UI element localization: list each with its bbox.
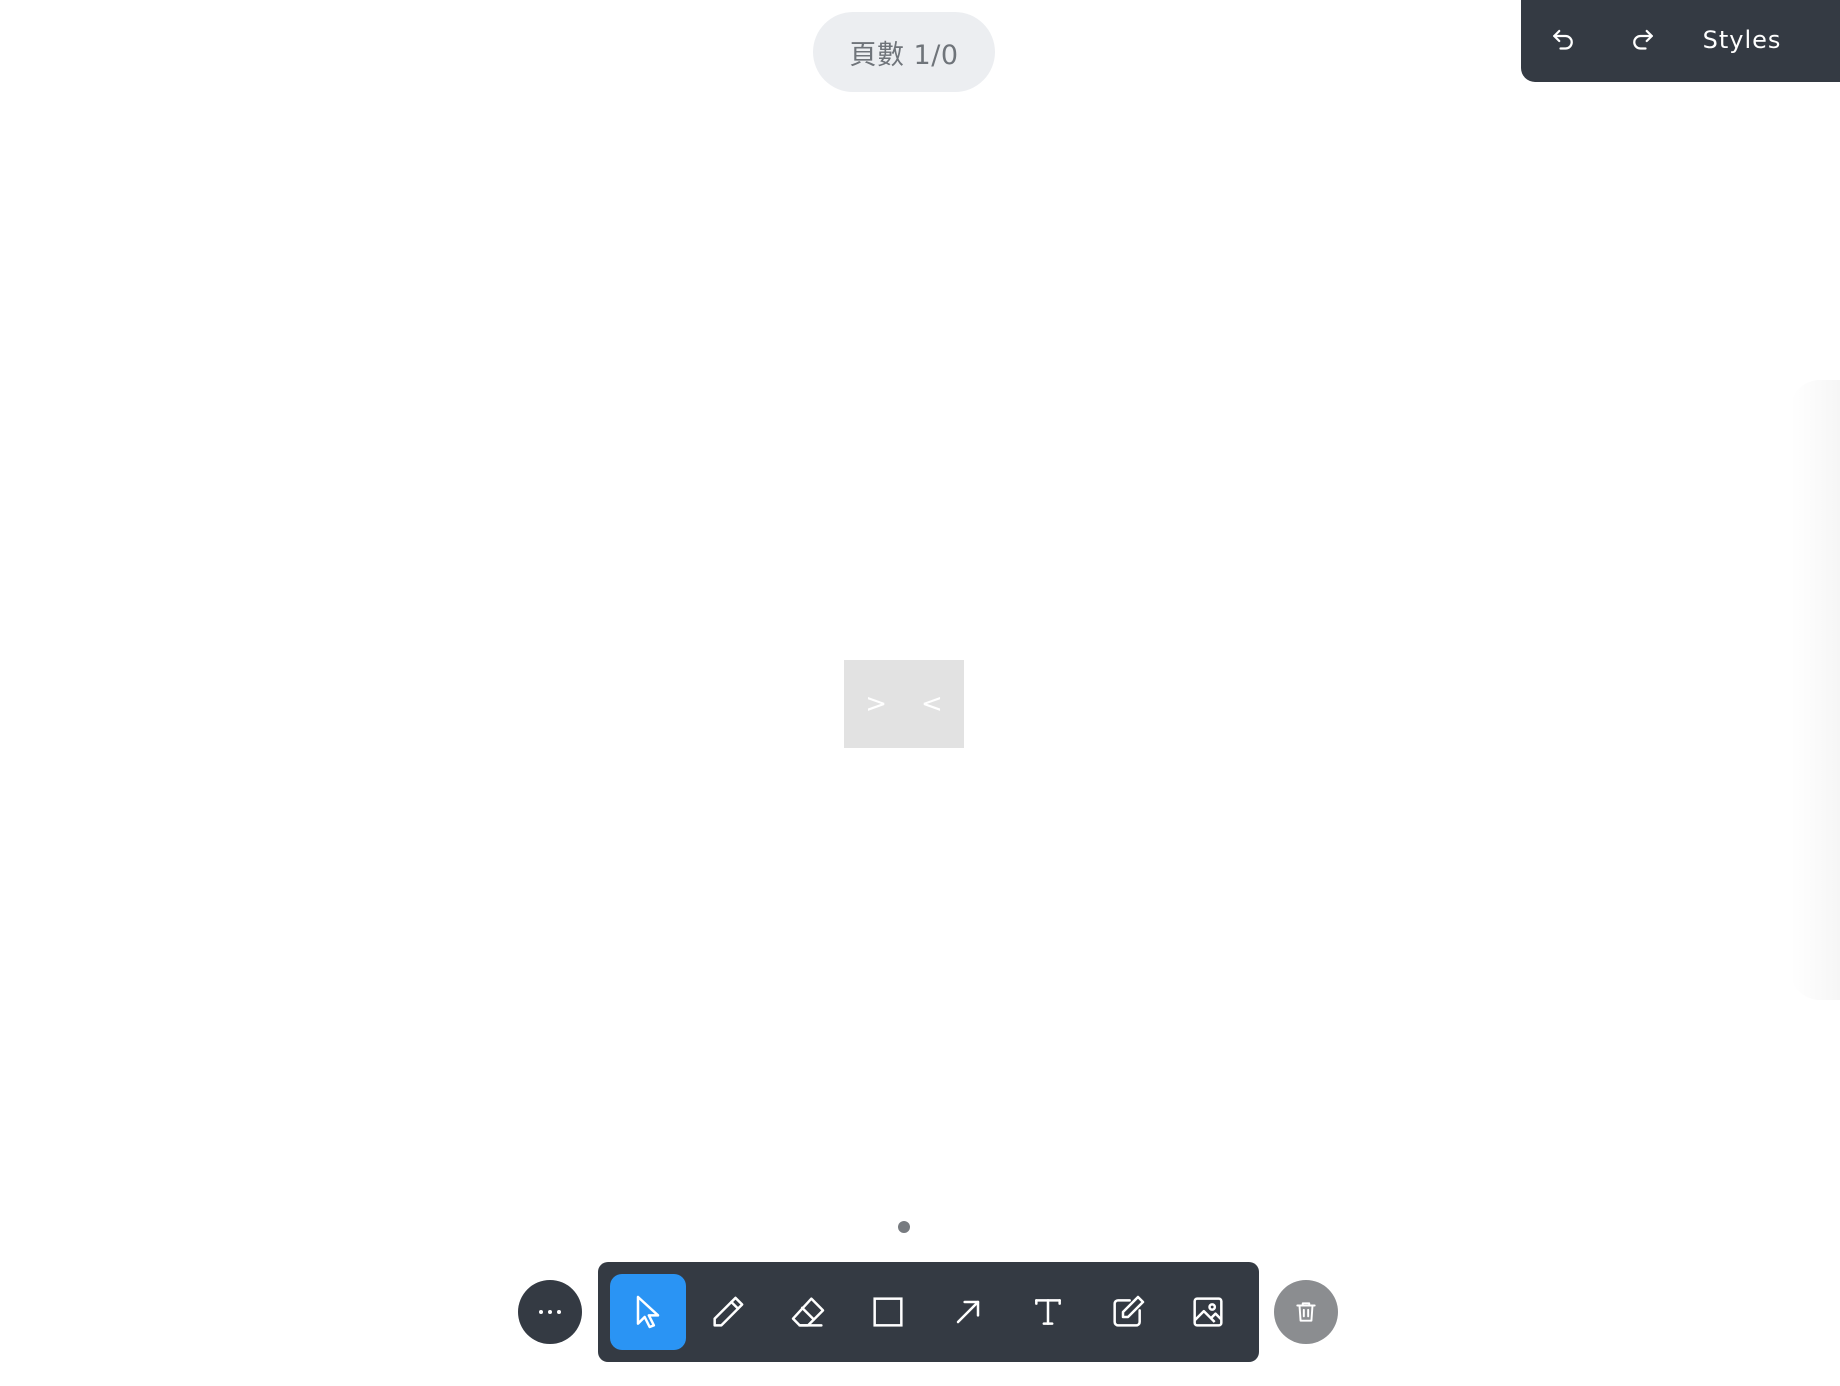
eraser-tool-button[interactable] <box>770 1274 846 1350</box>
redo-icon <box>1633 29 1653 50</box>
undo-button[interactable] <box>1543 21 1583 61</box>
text-tool-button[interactable] <box>1010 1274 1086 1350</box>
text-icon <box>1035 1299 1061 1325</box>
redo-button[interactable] <box>1623 21 1663 61</box>
more-button[interactable] <box>518 1280 582 1344</box>
edit-note-icon <box>1113 1295 1145 1327</box>
undo-icon <box>1553 29 1573 50</box>
cursor-icon <box>636 1295 660 1329</box>
note-tool-button[interactable] <box>1090 1274 1166 1350</box>
rectangle-icon <box>873 1297 903 1327</box>
rectangle-tool-button[interactable] <box>850 1274 926 1350</box>
center-placeholder: > < <box>844 660 964 748</box>
delete-button[interactable] <box>1274 1280 1338 1344</box>
image-icon <box>1193 1297 1223 1327</box>
trash-icon <box>1296 1302 1316 1322</box>
side-panel-edge <box>1790 380 1840 1000</box>
prev-arrow-button[interactable]: < <box>921 689 943 719</box>
main-toolbar <box>598 1262 1259 1362</box>
styles-button[interactable]: Styles <box>1686 18 1798 62</box>
draw-tool-button[interactable] <box>690 1274 766 1350</box>
image-tool-button[interactable] <box>1170 1274 1246 1350</box>
more-horizontal-icon <box>539 1310 561 1314</box>
select-tool-button[interactable] <box>610 1274 686 1350</box>
next-arrow-button[interactable]: > <box>865 689 887 719</box>
arrow-tool-button[interactable] <box>930 1274 1006 1350</box>
page-indicator-dot[interactable] <box>898 1221 910 1233</box>
pencil-icon <box>713 1296 744 1327</box>
page-counter: 頁數 1/0 <box>813 12 995 92</box>
eraser-icon <box>791 1297 825 1327</box>
arrow-icon <box>956 1300 980 1324</box>
